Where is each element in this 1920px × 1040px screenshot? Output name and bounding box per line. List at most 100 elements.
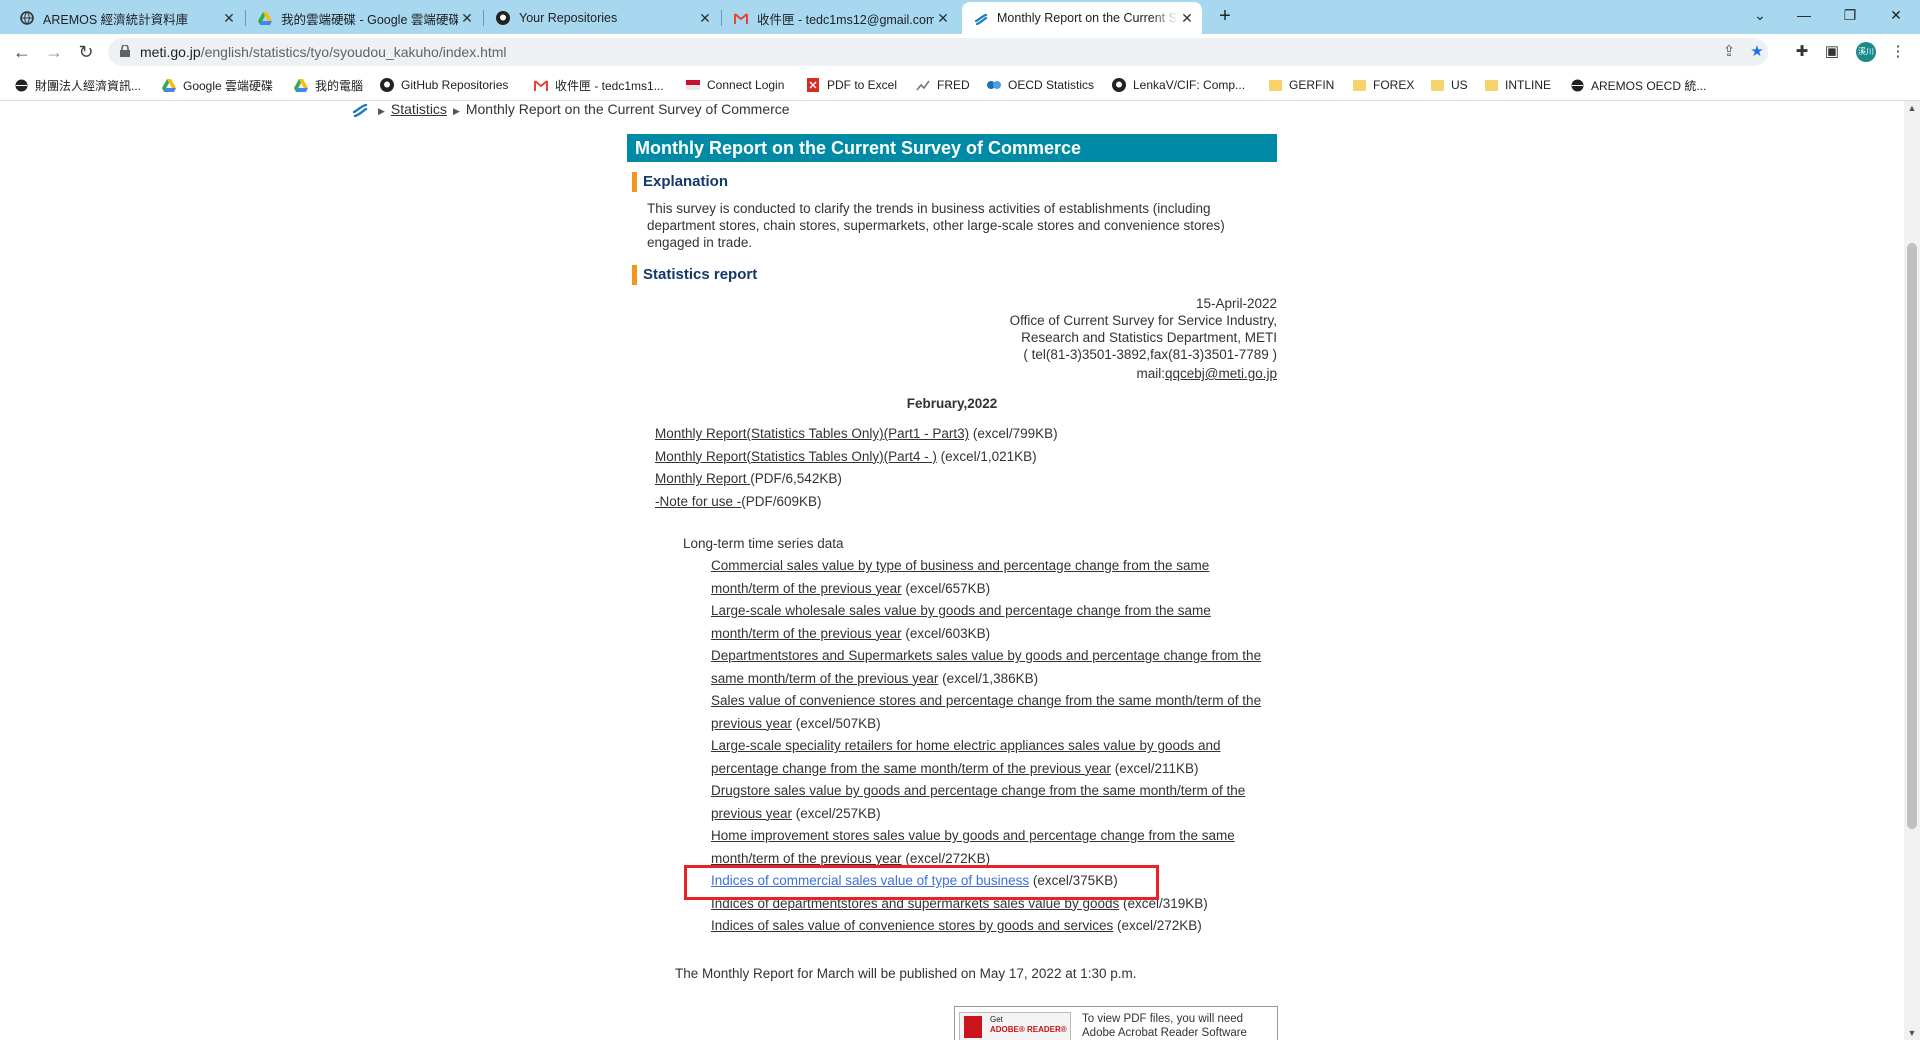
side-panel-icon[interactable]: ▣ [1822,42,1842,62]
tel-fax: ( tel(81-3)3501-3892,fax(81-3)3501-7789 … [1023,347,1277,362]
scroll-up-arrow-icon[interactable]: ▲ [1904,103,1920,113]
report-link[interactable]: Monthly Report(Statistics Tables Only)(P… [655,426,969,441]
tab-search-chevron-icon[interactable]: ⌄ [1740,4,1780,26]
bookmark-folder[interactable]: FOREX [1352,76,1414,94]
close-window-icon[interactable]: ✕ [1876,4,1916,26]
tab-gmail[interactable]: 收件匣 - tedc1ms12@gmail.com ✕ [722,2,958,34]
bookmark-item[interactable]: PDF to Excel [806,76,897,94]
back-arrow-icon[interactable]: ← [10,41,34,63]
bookmark-item[interactable]: Google 雲端硬碟 [162,76,273,94]
tab-title: 我的雲端硬碟 - Google 雲端硬碟 [281,12,458,27]
list-item: Large-scale wholesale sales value by goo… [711,600,1271,645]
address-bar[interactable]: meti.go.jp/english/statistics/tyo/syoudo… [108,38,1768,66]
badge-line-2: ADOBE® READER® [990,1025,1067,1034]
report-link[interactable]: Monthly Report(Statistics Tables Only)(P… [655,449,937,464]
file-meta: (excel/257KB) [792,805,881,821]
list-item: Monthly Report(Statistics Tables Only)(P… [655,446,1277,469]
bookmark-folder[interactable]: US [1430,76,1468,94]
file-meta: (excel/1,386KB) [938,670,1039,686]
meti-logo-icon[interactable] [352,101,368,117]
star-bookmark-icon[interactable]: ★ [1748,43,1766,61]
bookmark-item[interactable]: 我的電腦 [294,76,363,94]
chart-icon [916,78,930,92]
github-icon [380,78,394,92]
page-title: Monthly Report on the Current Survey of … [627,134,1277,162]
new-tab-plus-icon[interactable]: + [1212,5,1238,29]
extensions-puzzle-icon[interactable]: ✚ [1792,42,1812,62]
close-icon[interactable]: ✕ [934,10,952,27]
main-content: Monthly Report on the Current Survey of … [627,134,1277,981]
scrollbar-thumb[interactable] [1907,243,1917,829]
google-drive-icon [258,11,272,25]
list-item: Monthly Report (PDF/6,542KB) [655,468,1277,491]
scroll-down-arrow-icon[interactable]: ▼ [1904,1028,1920,1038]
google-drive-icon [162,78,176,92]
restore-icon[interactable]: ❐ [1830,4,1870,26]
bookmark-label: GERFIN [1289,78,1335,92]
globe-icon [14,78,28,92]
bookmark-item[interactable]: LenkaV/CIF: Comp... [1112,76,1245,94]
close-icon[interactable]: ✕ [696,10,714,27]
bookmark-label: LenkaV/CIF: Comp... [1133,78,1246,92]
bookmark-item[interactable]: 收件匣 - tedc1ms1... [534,76,664,94]
list-item: Monthly Report(Statistics Tables Only)(P… [655,423,1277,446]
reload-icon[interactable]: ↻ [74,41,98,63]
list-item: Sales value of convenience stores and pe… [711,690,1271,735]
bookmarks-bar: 財團法人經濟資訊... Google 雲端硬碟 我的電腦 GitHub Repo… [0,70,1920,101]
adobe-text-1: To view PDF files, you will need [1082,1013,1244,1025]
oecd-icon [987,78,1001,92]
bookmark-folder[interactable]: INTLINE [1484,76,1551,94]
forward-arrow-icon[interactable]: → [42,41,66,63]
minimize-icon[interactable]: — [1784,4,1824,26]
adobe-text-2: Adobe Acrobat Reader Software [1082,1027,1247,1039]
tab-google-drive[interactable]: 我的雲端硬碟 - Google 雲端硬碟 ✕ [246,2,482,34]
bookmark-label: US [1451,78,1468,92]
long-term-heading: Long-term time series data [683,536,844,551]
long-term-link[interactable]: Indices of sales value of convenience st… [711,918,1113,933]
bookmark-item[interactable]: OECD Statistics [987,76,1094,94]
folder-icon [1430,78,1444,92]
monthly-report-list: Monthly Report(Statistics Tables Only)(P… [655,423,1277,513]
folder-icon [1352,78,1366,92]
mail-link[interactable]: qqcebj@meti.go.jp [1165,366,1277,381]
bookmark-item[interactable]: AREMOS OECD 統... [1570,76,1706,94]
google-drive-icon [294,78,308,92]
bookmark-item[interactable]: 財團法人經濟資訊... [14,76,141,94]
breadcrumb-current: Monthly Report on the Current Survey of … [465,101,790,117]
tab-title: Monthly Report on the Current Survey [997,11,1178,25]
bookmark-folder[interactable]: GERFIN [1268,76,1334,94]
tab-aremos[interactable]: AREMOS 經濟統計資料庫 ✕ [8,2,244,34]
breadcrumb-arrow-icon: ▶ [378,106,385,116]
close-icon[interactable]: ✕ [1178,10,1196,27]
tab-github[interactable]: Your Repositories ✕ [484,2,720,34]
bookmark-item[interactable]: GitHub Repositories [380,76,508,94]
bookmark-item[interactable]: FRED [916,76,970,94]
folder-icon [1268,78,1282,92]
menu-kebab-icon[interactable]: ⋮ [1888,42,1908,62]
tab-meti-active[interactable]: Monthly Report on the Current Survey ✕ [962,2,1202,34]
list-item: Commercial sales value by type of busine… [711,555,1271,600]
share-icon[interactable]: ⇪ [1720,43,1738,61]
file-meta: (excel/1,021KB) [936,448,1037,464]
close-icon[interactable]: ✕ [220,10,238,27]
flag-icon [686,78,700,92]
next-publication-notice: The Monthly Report for March will be pub… [675,965,1137,981]
breadcrumb-statistics-link[interactable]: Statistics [391,101,447,117]
list-item: Home improvement stores sales value by g… [711,825,1271,870]
vertical-scrollbar[interactable]: ▲ ▼ [1904,101,1920,1040]
github-icon [496,11,510,25]
department-name: Research and Statistics Department, METI [1021,330,1277,345]
tab-title: AREMOS 經濟統計資料庫 [43,12,189,27]
close-icon[interactable]: ✕ [458,10,476,27]
bookmark-label: FOREX [1373,78,1415,92]
file-meta: (PDF/6,542KB) [750,471,842,486]
profile-avatar[interactable]: 溪川 [1856,42,1876,62]
report-link[interactable]: Monthly Report [655,471,750,486]
office-name: Office of Current Survey for Service Ind… [1009,313,1277,328]
bookmark-item[interactable]: Connect Login [686,76,784,94]
release-date: 15-April-2022 [1195,296,1277,311]
report-link[interactable]: -Note for use - [655,494,741,509]
tab-strip: AREMOS 經濟統計資料庫 ✕ 我的雲端硬碟 - Google 雲端硬碟 ✕ … [0,0,1920,34]
pdf-icon [806,78,820,92]
get-adobe-reader-button[interactable]: Get ADOBE® READER® [959,1012,1071,1040]
